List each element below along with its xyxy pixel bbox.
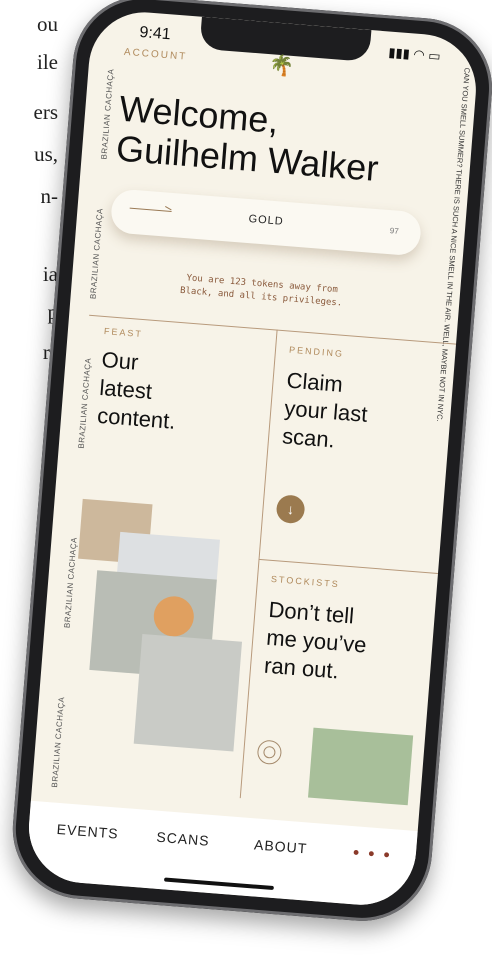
phone-frame: 9:41 ▮▮▮ ◠ ▭ BRAZILIAN CACHAÇA BRAZILIAN…	[7, 0, 492, 927]
divider	[258, 558, 439, 574]
feast-label: FEAST	[103, 326, 144, 340]
tab-bar: EVENTS SCANS ABOUT • • •	[24, 800, 418, 909]
hose-image	[133, 633, 243, 752]
signal-wifi-battery-icon: ▮▮▮ ◠ ▭	[387, 44, 442, 64]
phone-mockup: 9:41 ▮▮▮ ◠ ▭ BRAZILIAN CACHAÇA BRAZILIAN…	[5, 0, 492, 957]
palm-logo-icon: 🌴	[268, 54, 296, 79]
more-icon[interactable]: • • •	[352, 842, 392, 866]
target-circle-icon	[256, 739, 283, 766]
feast-heading: Our latest content.	[96, 346, 181, 436]
arrow-down-icon[interactable]: ↓	[275, 494, 306, 525]
side-label-left-3: BRAZILIAN CACHAÇA	[76, 357, 93, 449]
welcome-title: Welcome, Guilhelm Walker	[115, 88, 383, 189]
tier-label: GOLD	[248, 213, 285, 228]
tab-scans[interactable]: SCANS	[156, 829, 210, 849]
side-label-left-1: BRAZILIAN CACHAÇA	[99, 68, 116, 160]
tab-events[interactable]: EVENTS	[56, 821, 119, 842]
stockist-image	[308, 727, 414, 806]
app-screen: 9:41 ▮▮▮ ◠ ▭ BRAZILIAN CACHAÇA BRAZILIAN…	[24, 8, 481, 909]
side-label-left-5: BRAZILIAN CACHAÇA	[50, 696, 67, 788]
side-label-left-2: BRAZILIAN CACHAÇA	[88, 207, 105, 300]
pending-label: PENDING	[288, 344, 345, 359]
bg-line: ou	[37, 12, 58, 36]
pending-heading: Claim your last scan.	[281, 367, 370, 457]
bg-line: n-	[40, 184, 59, 208]
feast-image-collage	[64, 498, 262, 752]
divider	[89, 314, 457, 345]
status-time: 9:41	[138, 23, 172, 44]
home-indicator	[163, 877, 274, 891]
account-label: ACCOUNT	[123, 46, 188, 63]
stockists-label: STOCKISTS	[270, 573, 341, 590]
tab-about[interactable]: ABOUT	[254, 836, 308, 856]
bg-line: ers	[33, 100, 59, 124]
feast-line: content.	[96, 402, 177, 434]
bg-line: ile	[37, 50, 58, 74]
tier-count: 97	[389, 226, 400, 236]
stockists-heading: Don’t tell me you’ve ran out.	[263, 596, 370, 688]
tier-pill[interactable]: GOLD 97	[109, 188, 423, 257]
side-label-right: CAN YOU SMELL SUMMER? THERE IS SUCH A NI…	[434, 67, 472, 423]
bg-line: us,	[34, 142, 58, 166]
tokens-message: You are 123 tokens away from Black, and …	[131, 268, 392, 314]
